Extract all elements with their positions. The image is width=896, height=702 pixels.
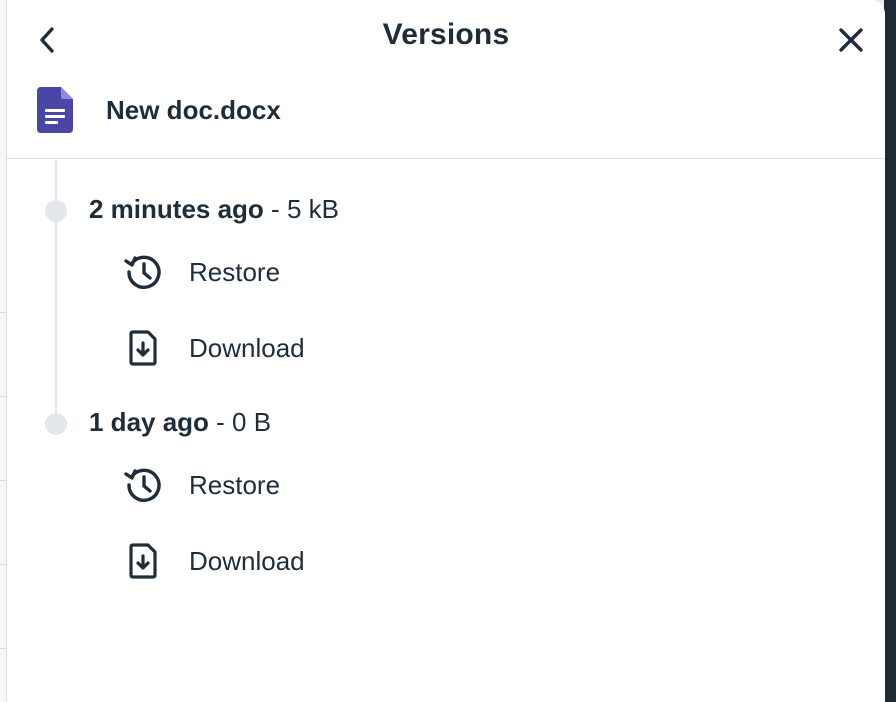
download-button[interactable]: Download (123, 326, 305, 370)
file-name: New doc.docx (106, 94, 281, 125)
history-icon (123, 252, 163, 292)
versions-panel: Versions New doc.docx 2 minutes ago - 5 … (6, 0, 885, 702)
version-size: 5 kB (286, 194, 339, 224)
background-edge (884, 0, 896, 702)
version-header: 2 minutes ago - 5 kB (89, 194, 339, 225)
download-label: Download (189, 332, 305, 363)
restore-label: Restore (189, 469, 281, 500)
panel-header: Versions New doc.docx (7, 0, 885, 159)
restore-button[interactable]: Restore (123, 250, 280, 294)
version-header: 1 day ago - 0 B (89, 407, 271, 438)
close-icon (839, 28, 863, 52)
timeline-dot (45, 200, 67, 222)
version-separator: - (208, 407, 233, 437)
download-file-icon (123, 541, 163, 581)
version-separator: - (263, 194, 287, 224)
close-button[interactable] (831, 20, 871, 60)
download-file-icon (123, 328, 163, 368)
download-label: Download (189, 545, 305, 576)
version-time: 1 day ago (89, 407, 209, 437)
panel-title: Versions (382, 18, 510, 51)
file-info: New doc.docx (37, 86, 281, 134)
version-time: 2 minutes ago (89, 194, 264, 224)
timeline-dot (45, 413, 67, 435)
download-button[interactable]: Download (123, 539, 305, 583)
history-icon (123, 465, 163, 505)
restore-button[interactable]: Restore (123, 463, 280, 507)
version-size: 0 B (232, 407, 272, 437)
document-icon (37, 87, 73, 133)
restore-label: Restore (189, 256, 281, 287)
